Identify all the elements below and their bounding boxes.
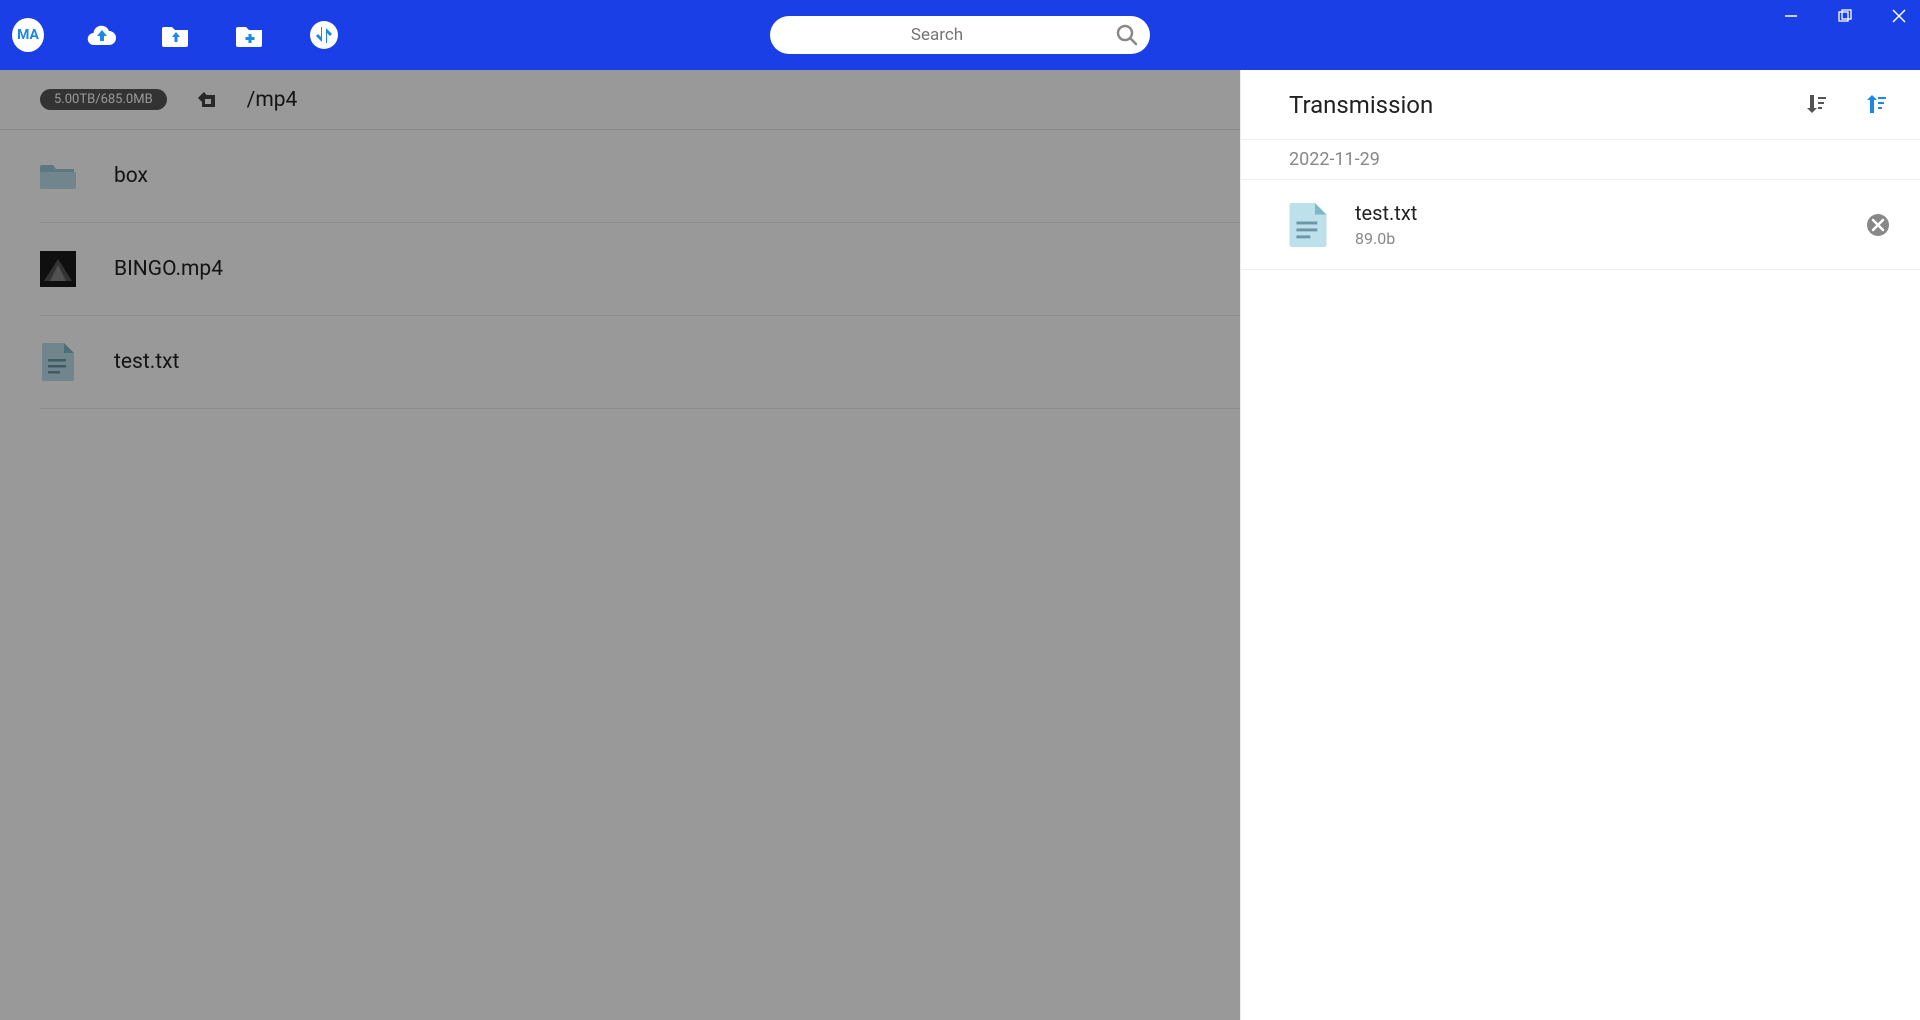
app-logo-text: MA [12, 18, 44, 52]
topbar-left: MA [0, 19, 340, 51]
app-logo[interactable]: MA [12, 19, 44, 51]
text-file-icon [1289, 203, 1329, 247]
search-icon [1116, 24, 1138, 46]
arrow-down-list-icon [1804, 92, 1828, 116]
transmission-item-size: 89.0b [1355, 229, 1866, 248]
transfer-button[interactable] [308, 19, 340, 51]
transmission-panel: Transmission [1240, 70, 1920, 1020]
window-controls [1778, 6, 1912, 26]
search-input[interactable] [770, 25, 1104, 45]
transmission-item-info: test.txt 89.0b [1355, 201, 1866, 248]
topbar: MA [0, 0, 1920, 70]
transmission-item-remove[interactable] [1866, 213, 1890, 237]
folder-upload-icon [161, 21, 191, 49]
transmission-item[interactable]: test.txt 89.0b [1241, 180, 1920, 270]
minimize-button[interactable] [1778, 6, 1804, 26]
upload-cloud-button[interactable] [86, 19, 118, 51]
maximize-icon [1838, 9, 1852, 23]
main-area: 5.00TB/685.0MB /mp4 [0, 70, 1920, 1020]
close-circle-icon [1866, 213, 1890, 237]
transmission-header: Transmission [1241, 70, 1920, 140]
cloud-upload-icon [87, 21, 117, 49]
sort-upload-button[interactable] [1864, 92, 1890, 118]
folder-upload-button[interactable] [160, 19, 192, 51]
search-button[interactable] [1104, 24, 1150, 46]
sort-download-button[interactable] [1804, 92, 1830, 118]
transmission-title: Transmission [1289, 91, 1433, 119]
folder-plus-icon [235, 21, 265, 49]
transmission-item-name: test.txt [1355, 201, 1866, 225]
minimize-icon [1784, 9, 1798, 23]
maximize-button[interactable] [1832, 6, 1858, 26]
transfer-icon [309, 20, 339, 50]
search-box [770, 16, 1150, 54]
transmission-date: 2022-11-29 [1241, 140, 1920, 180]
transmission-actions [1804, 92, 1890, 118]
close-icon [1892, 9, 1906, 23]
folder-new-button[interactable] [234, 19, 266, 51]
close-button[interactable] [1886, 6, 1912, 26]
arrow-up-list-icon [1864, 92, 1888, 116]
